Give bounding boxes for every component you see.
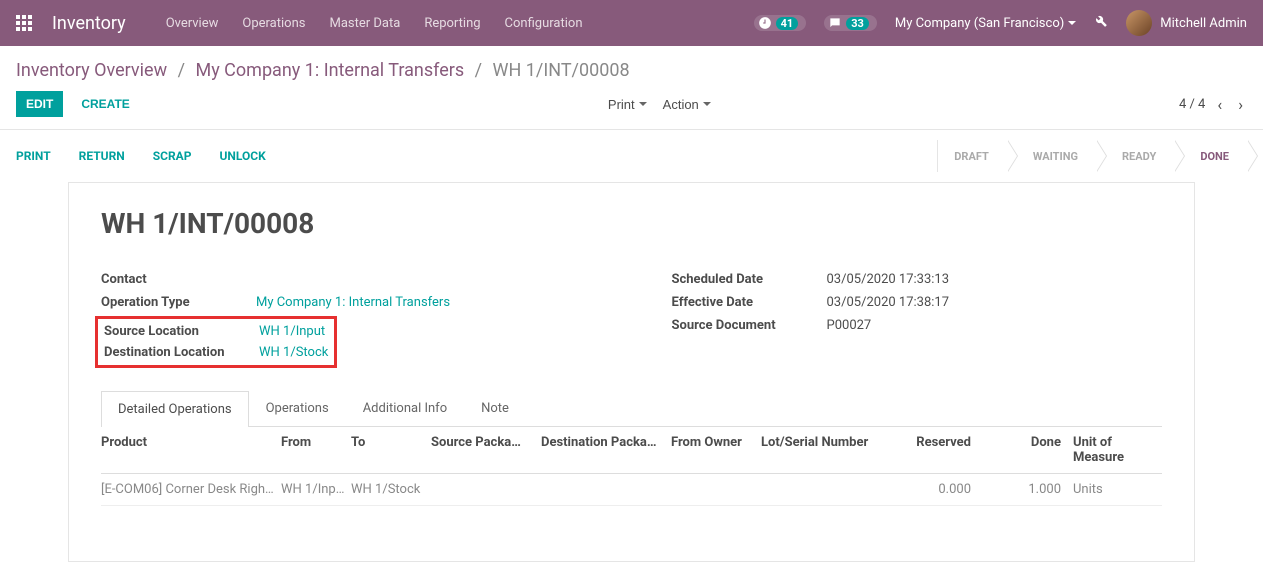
nav-reporting[interactable]: Reporting	[424, 16, 480, 31]
record-title: WH 1/INT/00008	[101, 207, 1162, 240]
table-row[interactable]: [E-COM06] Corner Desk Righ… WH 1/Inp… WH…	[101, 474, 1162, 506]
location-highlight: Source Location WH 1/Input Destination L…	[95, 316, 337, 368]
breadcrumb: Inventory Overview / My Company 1: Inter…	[0, 46, 1263, 87]
chevron-down-icon	[1068, 19, 1076, 27]
action-dropdown[interactable]: Action	[663, 97, 711, 112]
nav-overview[interactable]: Overview	[166, 16, 219, 31]
chat-icon	[828, 16, 842, 30]
activity-indicator[interactable]: 41	[754, 15, 807, 31]
chevron-down-icon	[639, 100, 647, 108]
unlock-action[interactable]: UNLOCK	[219, 149, 265, 163]
col-source-package[interactable]: Source Packa…	[431, 435, 541, 465]
status-ready[interactable]: READY	[1096, 140, 1174, 172]
cell-product: [E-COM06] Corner Desk Righ…	[101, 482, 281, 497]
topbar-right: 41 33 My Company (San Francisco) Mitchel…	[754, 10, 1247, 36]
nav-master-data[interactable]: Master Data	[329, 16, 400, 31]
source-document-label: Source Document	[672, 318, 827, 333]
effective-date-label: Effective Date	[672, 295, 827, 310]
destination-location-value[interactable]: WH 1/Stock	[259, 345, 328, 360]
print-label: Print	[608, 97, 635, 112]
form-sheet: WH 1/INT/00008 Contact Operation Type My…	[68, 182, 1195, 562]
breadcrumb-sep: /	[475, 60, 482, 81]
top-navbar: Inventory Overview Operations Master Dat…	[0, 0, 1263, 46]
breadcrumb-current: WH 1/INT/00008	[493, 60, 630, 81]
cell-destination-package	[541, 482, 671, 497]
operation-type-label: Operation Type	[101, 295, 256, 310]
edit-button[interactable]: EDIT	[16, 91, 63, 117]
cell-from: WH 1/Inp…	[281, 482, 351, 497]
source-location-label: Source Location	[104, 324, 259, 339]
effective-date-value: 03/05/2020 17:38:17	[827, 295, 950, 310]
user-name: Mitchell Admin	[1160, 16, 1247, 31]
operation-type-value[interactable]: My Company 1: Internal Transfers	[256, 295, 450, 310]
operations-table: Product From To Source Packa… Destinatio…	[101, 427, 1162, 506]
pager-next[interactable]: ›	[1234, 95, 1247, 114]
cell-owner	[671, 482, 761, 497]
print-action[interactable]: PRINT	[16, 149, 51, 163]
breadcrumb-root[interactable]: Inventory Overview	[16, 60, 167, 81]
pager-prev[interactable]: ‹	[1213, 95, 1226, 114]
status-bar: DRAFT WAITING READY DONE	[937, 140, 1247, 172]
debug-icon[interactable]	[1094, 14, 1108, 32]
status-waiting[interactable]: WAITING	[1007, 140, 1096, 172]
col-destination-package[interactable]: Destination Packa…	[541, 435, 671, 465]
create-button[interactable]: CREATE	[71, 91, 139, 117]
control-bar: EDIT CREATE Print Action 4 / 4 ‹ ›	[0, 87, 1263, 130]
company-label: My Company (San Francisco)	[895, 16, 1064, 31]
right-column: Scheduled Date 03/05/2020 17:33:13 Effec…	[672, 268, 1163, 370]
nav-configuration[interactable]: Configuration	[505, 16, 583, 31]
left-column: Contact Operation Type My Company 1: Int…	[101, 268, 592, 370]
cell-done: 1.000	[971, 482, 1061, 497]
status-draft[interactable]: DRAFT	[937, 140, 1007, 172]
cell-to: WH 1/Stock	[351, 482, 431, 497]
pager: 4 / 4 ‹ ›	[1179, 95, 1247, 114]
action-label: Action	[663, 97, 699, 112]
col-lot-serial[interactable]: Lot/Serial Number	[761, 435, 891, 465]
print-dropdown[interactable]: Print	[608, 97, 647, 112]
scheduled-date-value: 03/05/2020 17:33:13	[827, 272, 950, 287]
source-location-value[interactable]: WH 1/Input	[259, 324, 325, 339]
nav-menu: Overview Operations Master Data Reportin…	[166, 16, 754, 31]
col-uom[interactable]: Unit of Measure	[1061, 435, 1162, 465]
clock-icon	[758, 16, 772, 30]
breadcrumb-parent[interactable]: My Company 1: Internal Transfers	[195, 60, 464, 81]
nav-operations[interactable]: Operations	[242, 16, 305, 31]
source-document-value: P00027	[827, 318, 872, 333]
tab-operations[interactable]: Operations	[249, 390, 346, 426]
col-done[interactable]: Done	[971, 435, 1061, 465]
scrap-action[interactable]: SCRAP	[153, 149, 192, 163]
action-bar: PRINT RETURN SCRAP UNLOCK DRAFT WAITING …	[0, 130, 1263, 182]
col-from-owner[interactable]: From Owner	[671, 435, 761, 465]
return-action[interactable]: RETURN	[79, 149, 125, 163]
user-menu[interactable]: Mitchell Admin	[1126, 10, 1247, 36]
contact-label: Contact	[101, 272, 256, 287]
cell-uom: Units	[1061, 482, 1162, 497]
col-reserved[interactable]: Reserved	[891, 435, 971, 465]
apps-icon[interactable]	[16, 15, 32, 31]
breadcrumb-sep: /	[178, 60, 185, 81]
chevron-down-icon	[703, 100, 711, 108]
col-product[interactable]: Product	[101, 435, 281, 465]
tab-additional-info[interactable]: Additional Info	[346, 390, 464, 426]
cell-reserved: 0.000	[891, 482, 971, 497]
col-to[interactable]: To	[351, 435, 431, 465]
activity-count: 41	[776, 17, 799, 30]
cell-lot	[761, 482, 891, 497]
company-switcher[interactable]: My Company (San Francisco)	[895, 16, 1076, 31]
scheduled-date-label: Scheduled Date	[672, 272, 827, 287]
avatar	[1126, 10, 1152, 36]
messages-count: 33	[846, 17, 869, 30]
app-title[interactable]: Inventory	[52, 13, 126, 34]
destination-location-label: Destination Location	[104, 345, 259, 360]
tabs: Detailed Operations Operations Additiona…	[101, 390, 1162, 427]
col-from[interactable]: From	[281, 435, 351, 465]
messages-indicator[interactable]: 33	[824, 15, 877, 31]
tab-detailed-operations[interactable]: Detailed Operations	[101, 391, 249, 427]
tab-note[interactable]: Note	[464, 390, 526, 426]
table-header: Product From To Source Packa… Destinatio…	[101, 427, 1162, 474]
cell-source-package	[431, 482, 541, 497]
pager-text: 4 / 4	[1179, 97, 1205, 112]
